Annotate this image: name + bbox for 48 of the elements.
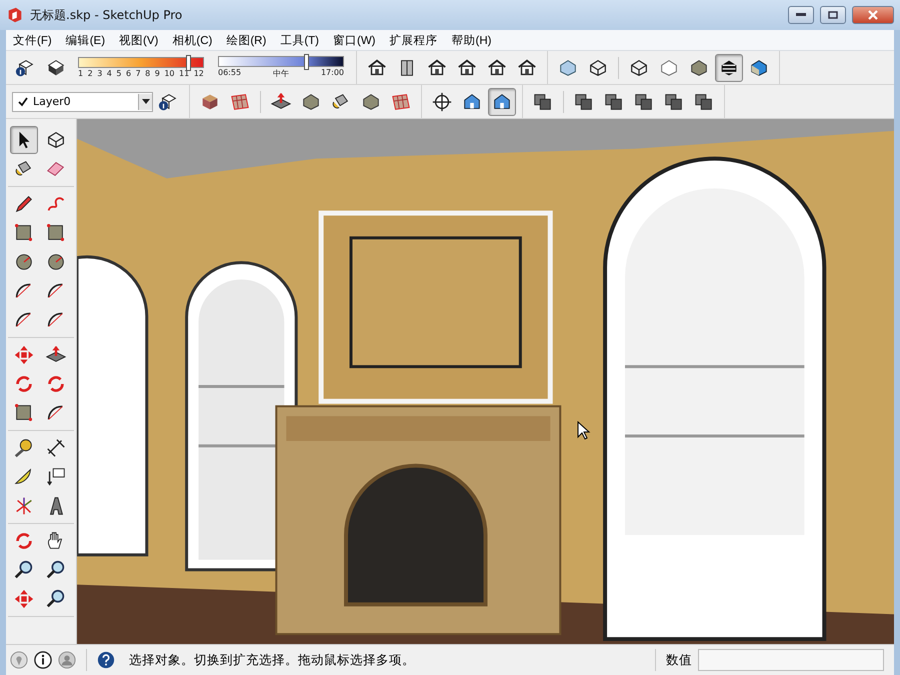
striped-cube-icon[interactable]: [715, 54, 743, 82]
menu-item[interactable]: 工具(T): [273, 30, 326, 50]
month-tick-label: 6: [126, 69, 132, 78]
menu-item[interactable]: 帮助(H): [444, 30, 498, 50]
slider-thumb[interactable]: [186, 55, 192, 71]
measurements-label: 数值: [666, 652, 692, 668]
minimize-icon: [796, 13, 806, 17]
shadow-date-slider[interactable]: [78, 57, 204, 68]
menu-item[interactable]: 扩展程序: [382, 30, 445, 50]
time-label: 06:55: [218, 68, 242, 79]
info-icon[interactable]: [34, 651, 52, 669]
shadow-time-slider[interactable]: [218, 56, 344, 67]
month-tick-label: 8: [145, 69, 150, 78]
location-pin-icon[interactable]: [10, 651, 28, 669]
close-icon: [868, 10, 878, 20]
month-tick-label: 4: [106, 69, 112, 78]
menu-item[interactable]: 窗口(W): [326, 30, 383, 50]
month-tick-label: 5: [116, 69, 122, 78]
status-message: 选择对象。切换到扩充选择。拖动鼠标选择多项。: [129, 652, 415, 668]
menu-item[interactable]: 编辑(E): [58, 30, 112, 50]
mouse-pointer-icon: [577, 421, 591, 441]
window-title: 无标题.skp - SketchUp Pro: [30, 6, 182, 24]
person-icon[interactable]: [58, 651, 76, 669]
month-tick-label: 2: [88, 69, 93, 78]
house-icon[interactable]: [488, 88, 516, 116]
month-tick-label: 7: [136, 69, 141, 78]
maximize-icon: [828, 11, 838, 19]
caret-icon: [142, 99, 150, 104]
close-button[interactable]: [852, 6, 894, 24]
month-tick-label: 1: [78, 69, 84, 78]
checkmark-icon: [17, 96, 29, 108]
menu-item[interactable]: 文件(F): [6, 30, 59, 50]
menu-item[interactable]: 绘图(R): [219, 30, 274, 50]
minimize-button[interactable]: [788, 6, 814, 24]
maximize-button[interactable]: [820, 6, 846, 24]
menu-item[interactable]: 视图(V): [112, 30, 166, 50]
month-tick-label: 3: [97, 69, 102, 78]
help-icon[interactable]: [97, 651, 115, 669]
month-tick-label: 12: [194, 69, 204, 78]
menu-item[interactable]: 相机(C): [165, 30, 220, 50]
layer-dropdown[interactable]: Layer0: [12, 92, 153, 112]
time-label: 17:00: [320, 68, 344, 79]
measurements-field[interactable]: [698, 649, 884, 671]
month-tick-label: 9: [154, 69, 160, 78]
slider-thumb[interactable]: [304, 54, 309, 70]
month-tick-label: 10: [164, 69, 175, 78]
time-label: 中午: [273, 68, 289, 79]
app-logo-icon: [6, 6, 24, 24]
